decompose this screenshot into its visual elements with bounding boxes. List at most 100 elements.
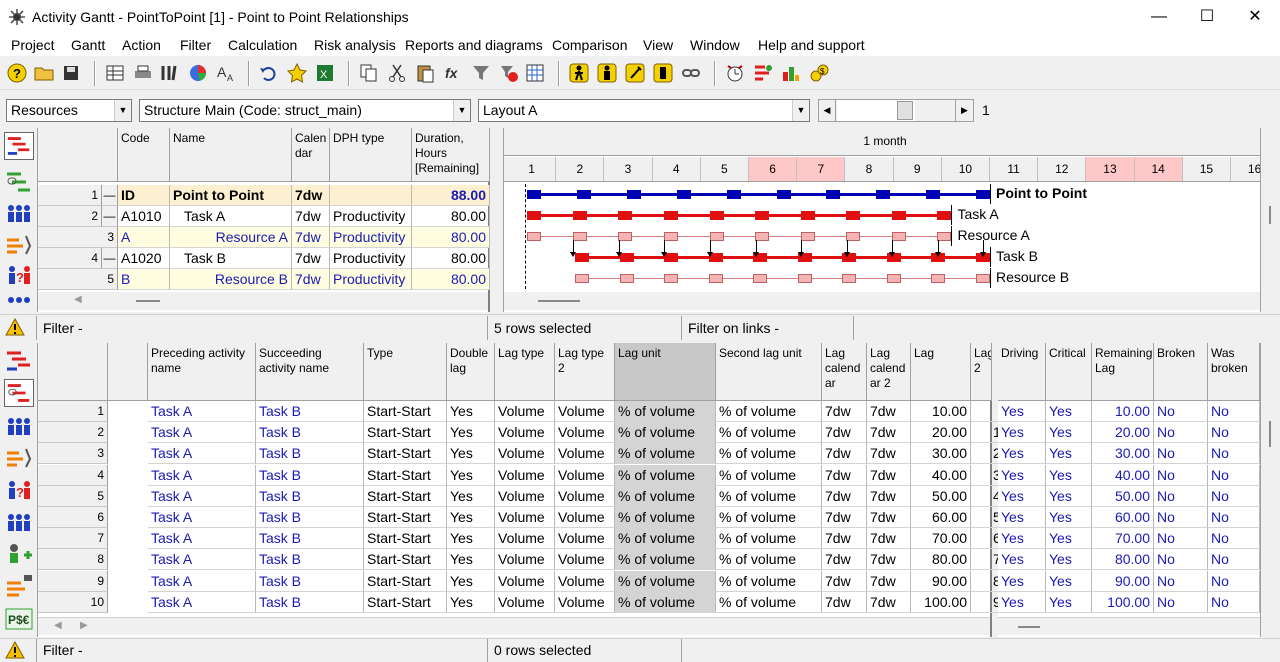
row-number[interactable]: 5	[38, 485, 108, 507]
col-header-remaining-lag[interactable]: Remaining Lag	[1092, 343, 1154, 401]
col-header-dph-type[interactable]: DPH type	[330, 128, 412, 182]
cell-lag-calendar[interactable]: 7dw	[822, 591, 867, 613]
horizontal-scrollbar[interactable]: ◀ ▶	[38, 617, 990, 635]
cell-critical[interactable]: Yes	[1046, 422, 1092, 444]
cell-remaining-lag[interactable]: 90.00	[1092, 570, 1154, 592]
help-icon[interactable]: ?	[6, 62, 28, 84]
cell-was-broken[interactable]: No	[1208, 507, 1260, 528]
person-badge-icon[interactable]	[652, 62, 674, 84]
cell-lag-unit[interactable]: % of volume	[615, 443, 716, 465]
cell-driving[interactable]: Yes	[998, 591, 1046, 613]
gantt-segment[interactable]	[575, 253, 590, 262]
cell-code[interactable]: B	[118, 269, 170, 290]
cell-was-broken[interactable]: No	[1208, 443, 1260, 465]
gantt-bar[interactable]	[575, 278, 990, 279]
cell-double-lag[interactable]: Yes	[447, 443, 495, 465]
cell-double-lag[interactable]: Yes	[447, 570, 495, 592]
cell-was-broken[interactable]: No	[1208, 570, 1260, 592]
schedule-icon[interactable]	[752, 62, 774, 84]
menu-help[interactable]: Help and support	[758, 37, 865, 53]
cell-driving[interactable]: Yes	[998, 443, 1046, 465]
cell-driving[interactable]: Yes	[998, 549, 1046, 571]
cell-lag-type[interactable]: Volume	[495, 528, 555, 550]
cell-lag-calendar-2[interactable]: 7dw	[867, 570, 911, 592]
menu-project[interactable]: Project	[11, 37, 55, 53]
cell-driving[interactable]: Yes	[998, 464, 1046, 486]
cell-name[interactable]: Resource A	[170, 227, 292, 248]
cell-lag-type-2[interactable]: Volume	[555, 528, 615, 550]
col-header-lag-unit[interactable]: Lag unit	[615, 343, 716, 401]
cell-double-lag[interactable]: Yes	[447, 401, 495, 422]
cell-preceding[interactable]: Task A	[148, 443, 256, 465]
gantt-segment[interactable]	[800, 232, 815, 241]
clock-icon[interactable]	[724, 62, 746, 84]
row-number[interactable]: 2	[38, 422, 108, 444]
clear-filter-icon[interactable]	[498, 62, 520, 84]
cell-lag-unit[interactable]: % of volume	[615, 591, 716, 613]
cell-lag-unit[interactable]: % of volume	[615, 507, 716, 528]
cell-double-lag[interactable]: Yes	[447, 591, 495, 613]
cell-remaining-lag[interactable]: 40.00	[1092, 464, 1154, 486]
cell-lag-calendar-2[interactable]: 7dw	[867, 591, 911, 613]
chevron-right-icon[interactable]: ▶	[955, 100, 973, 121]
cell-lag-calendar[interactable]: 7dw	[822, 401, 867, 422]
cell-broken[interactable]: No	[1154, 507, 1208, 528]
cell-lag-type-2[interactable]: Volume	[555, 591, 615, 613]
gantt-segment[interactable]	[709, 211, 724, 220]
cell-preceding[interactable]: Task A	[148, 549, 256, 571]
cell-was-broken[interactable]: No	[1208, 401, 1260, 422]
cell-duration[interactable]: 80.00	[412, 269, 490, 290]
cell-lag[interactable]: 30.00	[911, 443, 971, 465]
cell-duration[interactable]: 80.00	[412, 248, 490, 269]
cut-icon[interactable]	[386, 62, 408, 84]
cell-type[interactable]: Start-Start	[364, 401, 447, 422]
cell-critical[interactable]: Yes	[1046, 528, 1092, 550]
cell-dph-type[interactable]	[330, 185, 412, 206]
cell-lag[interactable]: 40.00	[911, 464, 971, 486]
gantt-segment[interactable]	[755, 211, 770, 220]
gantt-segment[interactable]	[572, 211, 587, 220]
gantt-segment[interactable]	[664, 211, 678, 220]
cell-lag-calendar[interactable]: 7dw	[822, 549, 867, 571]
group-icon[interactable]	[4, 509, 34, 537]
zoom-slider-thumb[interactable]	[897, 101, 913, 120]
col-header-critical[interactable]: Critical	[1046, 343, 1092, 401]
cell-type[interactable]: Start-Start	[364, 485, 447, 507]
cell-critical[interactable]: Yes	[1046, 549, 1092, 571]
chevron-down-icon[interactable]: ▼	[792, 100, 809, 121]
cell-remaining-lag[interactable]: 30.00	[1092, 443, 1154, 465]
gantt-view-icon[interactable]	[4, 347, 34, 375]
cell-duration[interactable]: 88.00	[412, 185, 490, 206]
cell-critical[interactable]: Yes	[1046, 401, 1092, 422]
cell-lag[interactable]: 70.00	[911, 528, 971, 550]
cell-remaining-lag[interactable]: 80.00	[1092, 549, 1154, 571]
col-header-lag-calendar[interactable]: Lag calend ar	[822, 343, 867, 401]
cell-was-broken[interactable]: No	[1208, 422, 1260, 444]
cell-critical[interactable]: Yes	[1046, 570, 1092, 592]
gantt-segment[interactable]	[800, 211, 815, 220]
gantt-segment[interactable]	[726, 190, 741, 199]
cell-name[interactable]: Task A	[170, 206, 292, 227]
paste-icon[interactable]	[414, 62, 436, 84]
scroll-right-icon[interactable]: ▶	[80, 620, 88, 631]
gantt-segment[interactable]	[527, 190, 542, 199]
cell-lag-calendar[interactable]: 7dw	[822, 507, 867, 528]
row-number[interactable]: 3	[38, 227, 118, 248]
cell-lag-calendar-2[interactable]: 7dw	[867, 443, 911, 465]
cell-succeeding[interactable]: Task B	[256, 422, 364, 444]
cell-name[interactable]: Task B	[170, 248, 292, 269]
cell-second-lag-unit[interactable]: % of volume	[716, 570, 822, 592]
cell-broken[interactable]: No	[1154, 401, 1208, 422]
col-header-lag-2[interactable]: Lag 2	[971, 343, 992, 401]
cell-double-lag[interactable]: Yes	[447, 464, 495, 486]
link-icon[interactable]	[680, 62, 702, 84]
save-icon[interactable]	[60, 62, 82, 84]
cell-broken[interactable]: No	[1154, 549, 1208, 571]
cell-lag-calendar-2[interactable]: 7dw	[867, 422, 911, 444]
row-number[interactable]: 1	[38, 185, 102, 206]
cell-remaining-lag[interactable]: 70.00	[1092, 528, 1154, 550]
cell-remaining-lag[interactable]: 10.00	[1092, 401, 1154, 422]
cell-type[interactable]: Start-Start	[364, 549, 447, 571]
cell-broken[interactable]: No	[1154, 528, 1208, 550]
cell-lag-type-2[interactable]: Volume	[555, 422, 615, 444]
